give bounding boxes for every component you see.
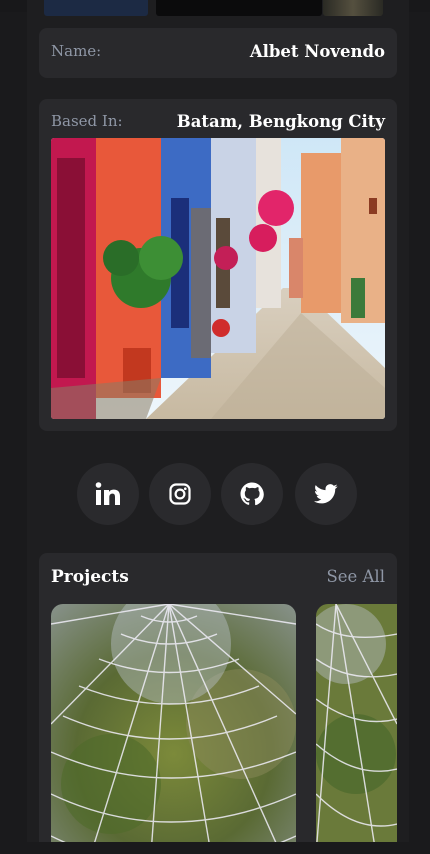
name-value: Albet Novendo — [249, 42, 385, 61]
instagram-button[interactable] — [149, 463, 211, 525]
top-thumbnail-2 — [156, 0, 322, 16]
name-card: Name: Albet Novendo — [39, 28, 397, 78]
page: Name: Albet Novendo Based In: Batam, Ben… — [0, 0, 430, 854]
project-card-2[interactable] — [316, 604, 397, 842]
github-button[interactable] — [221, 463, 283, 525]
name-label: Name: — [51, 42, 102, 60]
twitter-icon — [314, 484, 338, 504]
instagram-icon — [169, 483, 191, 505]
content-column: Name: Albet Novendo Based In: Batam, Ben… — [27, 0, 409, 842]
projects-card: Projects See All — [39, 553, 397, 842]
street-illustration — [51, 138, 385, 419]
social-links — [0, 463, 430, 527]
spider-web-image-2 — [316, 604, 397, 842]
project-card-1[interactable] — [51, 604, 296, 842]
see-all-link[interactable]: See All — [326, 567, 385, 586]
location-value: Batam, Bengkong City — [176, 112, 385, 131]
top-thumbnail-1 — [44, 0, 148, 16]
projects-title: Projects — [51, 567, 129, 587]
linkedin-button[interactable] — [77, 463, 139, 525]
city-street-photo — [51, 138, 385, 419]
linkedin-icon — [95, 482, 120, 505]
spider-web-image — [51, 604, 296, 842]
location-card: Based In: Batam, Bengkong City — [39, 99, 397, 431]
location-label: Based In: — [51, 112, 123, 130]
twitter-button[interactable] — [295, 463, 357, 525]
github-icon — [240, 482, 264, 506]
top-thumbnail-3 — [323, 0, 383, 16]
